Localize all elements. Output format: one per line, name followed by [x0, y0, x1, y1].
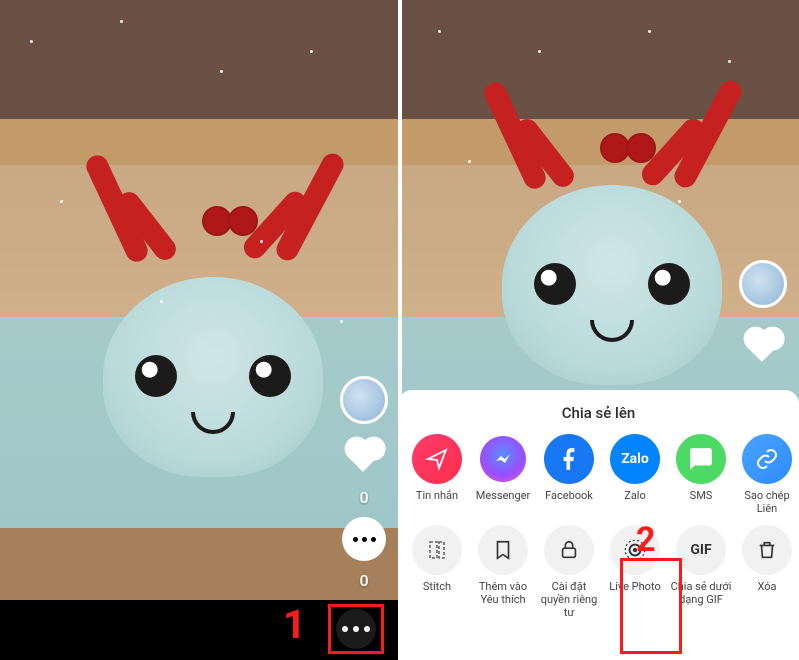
author-avatar[interactable] — [739, 260, 787, 308]
comment-dots-icon — [353, 537, 376, 542]
share-option-facebook[interactable]: Facebook — [536, 434, 602, 515]
share-actions-row: Stitch Thêm vào Yêu thích Cài đặt quyền … — [398, 525, 799, 619]
video-action-rail — [739, 260, 787, 368]
plush-illustration — [502, 185, 722, 385]
action-delete[interactable]: Xóa — [734, 525, 799, 619]
video-feed-right: Chia sẻ lên Tin nhắn Messenger — [398, 0, 799, 660]
share-option-tin-nhan[interactable]: Tin nhắn — [404, 434, 470, 515]
heart-icon — [348, 440, 380, 472]
copy-link-icon — [742, 434, 792, 484]
share-destinations-row: Tin nhắn Messenger Facebook — [398, 434, 799, 515]
like-button[interactable] — [741, 324, 785, 368]
heart-icon — [747, 330, 779, 362]
stitch-icon — [412, 525, 462, 575]
action-add-favorites[interactable]: Thêm vào Yêu thích — [470, 525, 536, 619]
annotation-highlight-1 — [328, 604, 384, 654]
action-privacy-settings[interactable]: Cài đặt quyền riêng tư — [536, 525, 602, 619]
bookmark-icon — [478, 525, 528, 575]
annotation-highlight-2 — [620, 558, 682, 654]
share-sheet: Chia sẻ lên Tin nhắn Messenger — [398, 390, 799, 660]
sms-icon — [676, 434, 726, 484]
like-button[interactable] — [342, 434, 386, 478]
share-option-copy-link[interactable]: Sao chép Liên — [734, 434, 799, 515]
share-sheet-title: Chia sẻ lên — [398, 404, 799, 422]
comment-count: 0 — [359, 571, 368, 590]
gif-icon: GIF — [676, 525, 726, 575]
messenger-icon — [478, 434, 528, 484]
annotation-step-1: 1 — [283, 601, 306, 648]
share-option-messenger[interactable]: Messenger — [470, 434, 536, 515]
send-icon — [412, 434, 462, 484]
facebook-icon — [544, 434, 594, 484]
video-feed-left: 0 0 1 — [0, 0, 398, 660]
share-option-sms[interactable]: SMS — [668, 434, 734, 515]
action-stitch[interactable]: Stitch — [404, 525, 470, 619]
trash-icon — [742, 525, 792, 575]
like-count: 0 — [359, 488, 368, 507]
plush-illustration — [103, 277, 323, 477]
lock-icon — [544, 525, 594, 575]
author-avatar[interactable] — [340, 376, 388, 424]
zalo-icon: Zalo — [610, 434, 660, 484]
more-options-button[interactable] — [336, 609, 376, 649]
video-action-rail: 0 0 — [340, 376, 388, 590]
share-option-zalo[interactable]: Zalo Zalo — [602, 434, 668, 515]
annotation-step-2: 2 — [636, 520, 656, 560]
comment-button[interactable] — [342, 517, 386, 561]
